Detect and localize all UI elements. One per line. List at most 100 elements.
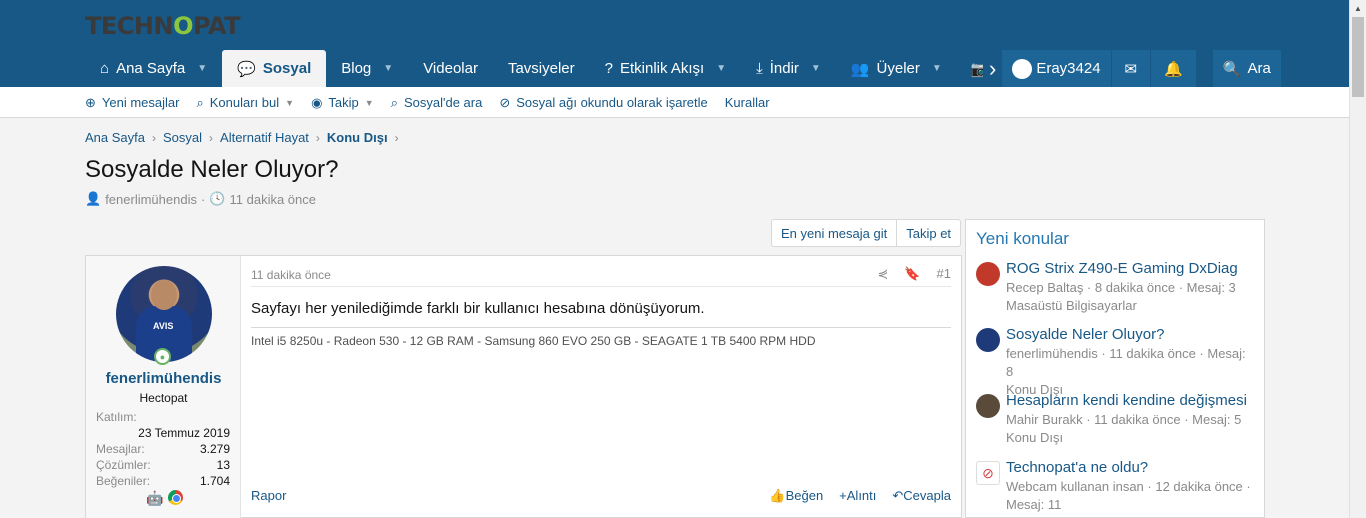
chevron-down-icon: ▼ (364, 97, 374, 108)
post-number[interactable]: #1 (937, 266, 951, 282)
reply-icon: ↶ (892, 488, 904, 503)
sidebar-thread-link[interactable]: Technopat'a ne oldu? (1006, 459, 1148, 476)
post-username[interactable]: fenerlimühendis (86, 370, 241, 387)
bookmark-icon[interactable]: 🔖 (904, 266, 920, 282)
like-button[interactable]: 👍Beğen (769, 488, 823, 504)
follow-button[interactable]: Takip et (896, 220, 960, 246)
nav-tab-uyeler[interactable]: 👥 Üyeler ▼ (836, 50, 957, 87)
thread-time[interactable]: 11 dakika önce (230, 192, 317, 207)
subnav-watched[interactable]: ◉ Takip ▼ (311, 95, 374, 111)
breadcrumb-item[interactable]: Ana Sayfa (85, 130, 145, 145)
messages-label: Mesajlar: (96, 442, 145, 456)
nav-tab-videolar[interactable]: Videolar (408, 50, 493, 87)
nav-tab-tavsiyeler[interactable]: Tavsiyeler (493, 50, 590, 87)
subnav-mark-read[interactable]: ⊘ Sosyal ağı okundu olarak işaretle (499, 95, 707, 111)
bulb-icon: ? (604, 60, 613, 77)
post-content: Sayfayı her yenilediğimde farklı bir kul… (251, 300, 705, 317)
subnav-search-forum[interactable]: ⌕ Sosyal'de ara (391, 95, 483, 111)
home-icon: ⌂ (100, 60, 110, 77)
online-status-icon: ● (154, 348, 171, 365)
search-icon: 🔍 (1222, 60, 1242, 78)
subnav-find-threads[interactable]: ⌕ Konuları bul ▼ (196, 95, 294, 111)
thread-author[interactable]: fenerlimühendis (105, 192, 197, 207)
reply-button[interactable]: ↶Cevapla (892, 488, 951, 504)
site-logo[interactable]: TECHNOPAT (85, 12, 240, 40)
page-title: Sosyalde Neler Oluyor? (85, 156, 339, 183)
chat-icon: 💬 (237, 60, 256, 78)
account-button[interactable]: Eray3424 (1002, 50, 1111, 87)
nav-tab-indir[interactable]: ⤓ İndir ▼ (741, 50, 836, 87)
sidebar-thread-forum[interactable]: Masaüstü Bilgisayarlar (1006, 298, 1137, 313)
likes-value: 1.704 (199, 474, 230, 488)
nav-tab-home[interactable]: ⌂ Ana Sayfa ▼ (85, 50, 222, 87)
sidebar-thread-link[interactable]: ROG Strix Z490-E Gaming DxDiag (1006, 260, 1238, 277)
breadcrumb-item[interactable]: Alternatif Hayat (220, 130, 309, 145)
no-entry-icon: ⊘ (982, 465, 994, 481)
search-button[interactable]: 🔍 Ara (1212, 50, 1281, 87)
breadcrumb-item[interactable]: Sosyal (163, 130, 202, 145)
divider (251, 286, 951, 287)
sidebar-thread-meta: Webcam kullanan insan · 12 dakika önce ·… (1006, 479, 1251, 512)
sidebar-thread-link[interactable]: Sosyalde Neler Oluyor? (1006, 326, 1164, 343)
goto-newest-button[interactable]: En yeni mesaja git (772, 220, 896, 246)
avatar[interactable] (976, 394, 1000, 418)
thumbs-up-icon: 👍 (769, 488, 786, 503)
sidebar-thread-link[interactable]: Hesapların kendi kendine değişmesi (1006, 392, 1247, 409)
nav-scroll-right-icon[interactable]: › (983, 50, 1003, 87)
breadcrumb: Ana Sayfa › Sosyal › Alternatif Hayat › Kon… (85, 130, 406, 145)
chevron-right-icon: › (209, 130, 214, 145)
chevron-down-icon[interactable]: ▼ (383, 63, 393, 74)
nav-tab-blog[interactable]: Blog ▼ (326, 50, 408, 87)
scroll-thumb[interactable] (1352, 17, 1364, 97)
sidebar-thread-forum[interactable]: Konu Dışı (1006, 430, 1063, 445)
share-icon[interactable]: ⋞ (877, 266, 888, 282)
chevron-down-icon[interactable]: ▼ (197, 63, 207, 74)
chevron-right-icon: › (315, 130, 320, 145)
chevron-right-icon: › (394, 130, 399, 145)
chevron-right-icon: › (152, 130, 156, 145)
chevron-down-icon[interactable]: ▼ (811, 63, 821, 74)
divider (251, 327, 951, 328)
site-header: TECHNOPAT ⌂ Ana Sayfa ▼ 💬 Sosyal Blog ▼ Vide… (0, 0, 1349, 87)
envelope-icon: ✉ (1124, 60, 1138, 78)
post-user-pane: AVIS ● fenerlimühendis Hectopat Katılım:… (86, 256, 241, 518)
user-icon: 👤 (85, 191, 102, 206)
page-scrollbar[interactable]: ▲ (1349, 0, 1366, 518)
avatar-shirt-text: AVIS (153, 321, 174, 331)
nav-tab-etkinlik[interactable]: ? Etkinlik Akışı ▼ (590, 50, 741, 87)
user-title: Hectopat (139, 391, 188, 405)
subnav-new-posts[interactable]: ⊕ Yeni mesajlar (85, 95, 179, 111)
sidebar-thread-meta: Recep Baltaş · 8 dakika önce · Mesaj: 3M… (1006, 280, 1236, 313)
sidebar-title[interactable]: Yeni konular (976, 229, 1069, 249)
search-plus-icon: ⊕ (85, 94, 96, 110)
avatar[interactable]: ⊘ (976, 461, 1000, 485)
eye-icon: ◉ (311, 94, 323, 110)
chevron-down-icon[interactable]: ▼ (932, 63, 942, 74)
nav-account: › Eray3424 ✉ 🔔 🔍 Ara (983, 50, 1281, 87)
subnav-rules[interactable]: Kurallar (725, 95, 770, 110)
avatar[interactable] (976, 328, 1000, 352)
user-badges: 🤖 (146, 490, 184, 507)
likes-label: Beğeniler: (96, 474, 151, 488)
messages-value[interactable]: 3.279 (200, 442, 230, 456)
joined-value: 23 Temmuz 2019 (138, 426, 230, 440)
bell-icon: 🔔 (1164, 60, 1183, 78)
post-actions: 👍Beğen +Alıntı ↶Cevapla (769, 488, 951, 504)
quote-button[interactable]: +Alıntı (839, 488, 876, 504)
avatar[interactable] (976, 262, 1000, 286)
plus-icon: + (839, 488, 847, 503)
search-icon: ⌕ (196, 94, 204, 110)
post: AVIS ● fenerlimühendis Hectopat Katılım:… (85, 255, 962, 518)
nav-tab-sosyal[interactable]: 💬 Sosyal (222, 50, 327, 87)
chevron-down-icon[interactable]: ▼ (716, 63, 726, 74)
thread-actions: En yeni mesaja git Takip et (771, 219, 962, 247)
report-link[interactable]: Rapor (251, 488, 286, 503)
inbox-button[interactable]: ✉ (1111, 50, 1151, 87)
breadcrumb-item[interactable]: Konu Dışı (327, 130, 388, 145)
scroll-up-icon[interactable]: ▲ (1354, 4, 1362, 13)
post-date[interactable]: 11 dakika önce (251, 268, 331, 282)
new-threads-sidebar: Yeni konular ROG Strix Z490-E Gaming DxD… (965, 219, 1265, 518)
joined-label: Katılım: (96, 410, 137, 424)
alerts-button[interactable]: 🔔 (1151, 50, 1196, 87)
post-tools: ⋞ 🔖 #1 (877, 266, 951, 282)
